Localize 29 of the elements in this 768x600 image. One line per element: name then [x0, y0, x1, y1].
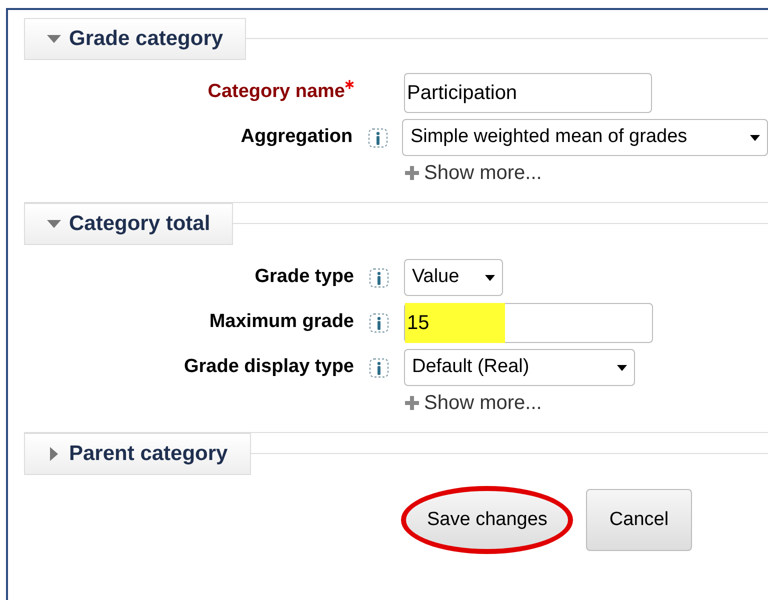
text-field[interactable]: Participation	[404, 72, 652, 112]
required-asterisk-icon	[345, 80, 354, 90]
section-header[interactable]: Parent category	[24, 433, 251, 475]
plus-icon	[404, 395, 420, 411]
caret-icon	[750, 134, 760, 140]
show-more-link[interactable]: Show more...	[404, 388, 542, 418]
section-header[interactable]: Category total	[24, 203, 234, 245]
field-value: Participation	[406, 80, 518, 106]
save-button[interactable]: Save changes	[404, 489, 570, 551]
caret-icon	[485, 274, 495, 280]
info-icon[interactable]	[368, 312, 390, 334]
field-label: Grade type	[254, 265, 354, 290]
cancel-button[interactable]: Cancel	[586, 489, 692, 551]
info-icon[interactable]	[368, 266, 390, 288]
dropdown-select[interactable]: Value	[404, 259, 503, 296]
field-label: Maximum grade	[209, 310, 354, 334]
section-header[interactable]: Grade category	[24, 18, 246, 60]
plus-icon	[404, 165, 420, 181]
field-label: Aggregation	[240, 125, 353, 150]
field-label: Category name	[208, 80, 345, 104]
info-icon[interactable]	[366, 126, 389, 148]
info-icon[interactable]	[368, 356, 390, 378]
caret-icon	[617, 364, 627, 370]
dropdown-select[interactable]: Default (Real)	[404, 349, 635, 386]
field-label: Grade display type	[184, 355, 354, 380]
dropdown-select[interactable]: Simple weighted mean of grades	[402, 119, 768, 156]
text-field[interactable]: 15	[404, 302, 653, 342]
field-value: 15	[405, 302, 505, 342]
show-more-link[interactable]: Show more...	[404, 158, 542, 188]
